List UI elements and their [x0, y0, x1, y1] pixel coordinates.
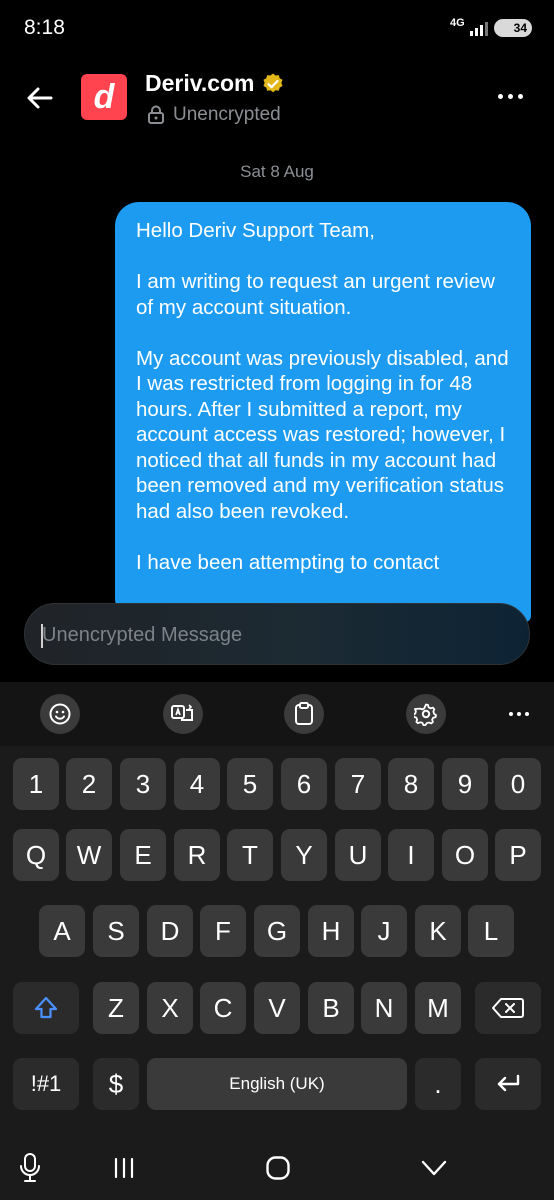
contact-name: Deriv.com — [145, 70, 255, 96]
system-navigation-bar — [0, 1140, 554, 1200]
backspace-key[interactable] — [475, 982, 541, 1034]
key-9[interactable]: 9 — [442, 758, 488, 810]
key-a[interactable]: A — [39, 905, 85, 957]
message-paragraph: I am writing to request an urgent review… — [136, 270, 495, 319]
currency-key[interactable]: $ — [93, 1058, 139, 1110]
clock: 8:18 — [24, 16, 65, 39]
enter-icon — [497, 1074, 520, 1092]
emoji-icon[interactable] — [40, 694, 80, 734]
conversation-header: d Deriv.com Unencrypted — [0, 60, 554, 140]
status-bar: 8:18 4G 34 — [0, 0, 554, 56]
key-2[interactable]: 2 — [66, 758, 112, 810]
key-p[interactable]: P — [495, 829, 541, 881]
key-n[interactable]: N — [361, 982, 407, 1034]
on-screen-keyboard: 1 2 3 4 5 6 7 8 9 0 Q W E R T Y U I O P … — [0, 682, 554, 1200]
message-paragraph: My account was previously disabled, and … — [136, 346, 509, 523]
back-arrow-icon[interactable] — [24, 82, 56, 114]
home-icon[interactable] — [265, 1155, 291, 1181]
battery-indicator: 34 — [494, 19, 532, 37]
key-f[interactable]: F — [200, 905, 246, 957]
lock-icon — [148, 105, 164, 124]
more-icon[interactable] — [509, 712, 529, 716]
keyboard-toolbar — [0, 682, 554, 746]
recent-apps-icon[interactable] — [111, 1156, 137, 1180]
text-caret — [41, 624, 43, 648]
shift-arrow-icon — [34, 996, 58, 1019]
key-i[interactable]: I — [388, 829, 434, 881]
battery-level: 34 — [513, 21, 527, 35]
key-h[interactable]: H — [308, 905, 354, 957]
avatar[interactable]: d — [81, 74, 127, 120]
key-e[interactable]: E — [120, 829, 166, 881]
backspace-icon — [492, 998, 524, 1018]
key-7[interactable]: 7 — [335, 758, 381, 810]
signal-icon — [470, 20, 488, 36]
key-k[interactable]: K — [415, 905, 461, 957]
message-paragraph: Hello Deriv Support Team, — [136, 219, 375, 242]
key-w[interactable]: W — [66, 829, 112, 881]
key-u[interactable]: U — [335, 829, 381, 881]
encryption-row: Unencrypted — [147, 104, 281, 126]
more-options-icon[interactable] — [498, 94, 523, 99]
key-v[interactable]: V — [254, 982, 300, 1034]
translate-icon[interactable] — [163, 694, 203, 734]
symbols-key[interactable]: !#1 — [13, 1058, 79, 1110]
key-8[interactable]: 8 — [388, 758, 434, 810]
message-input[interactable] — [42, 618, 512, 652]
key-5[interactable]: 5 — [227, 758, 273, 810]
message-bubble[interactable]: Hello Deriv Support Team, I am writing t… — [115, 202, 531, 622]
message-composer[interactable] — [24, 603, 530, 665]
network-type: 4G — [450, 17, 465, 29]
key-g[interactable]: G — [254, 905, 300, 957]
microphone-icon[interactable] — [18, 1152, 42, 1184]
key-m[interactable]: M — [415, 982, 461, 1034]
key-l[interactable]: L — [468, 905, 514, 957]
avatar-letter: d — [93, 77, 115, 116]
verified-badge-icon — [263, 73, 283, 92]
key-b[interactable]: B — [308, 982, 354, 1034]
message-paragraph: I have been attempting to contact — [136, 550, 440, 574]
settings-icon[interactable] — [406, 694, 446, 734]
key-y[interactable]: Y — [281, 829, 327, 881]
key-3[interactable]: 3 — [120, 758, 166, 810]
hide-keyboard-icon[interactable] — [420, 1158, 448, 1178]
key-j[interactable]: J — [361, 905, 407, 957]
space-bar[interactable]: English (UK) — [147, 1058, 407, 1110]
key-c[interactable]: C — [200, 982, 246, 1034]
enter-key[interactable] — [475, 1058, 541, 1110]
period-key[interactable]: . — [415, 1058, 461, 1110]
key-t[interactable]: T — [227, 829, 273, 881]
contact-name-row[interactable]: Deriv.com — [145, 70, 285, 97]
key-q[interactable]: Q — [13, 829, 59, 881]
key-0[interactable]: 0 — [495, 758, 541, 810]
key-1[interactable]: 1 — [13, 758, 59, 810]
clipboard-icon[interactable] — [284, 694, 324, 734]
shift-key[interactable] — [13, 982, 79, 1034]
key-z[interactable]: Z — [93, 982, 139, 1034]
key-o[interactable]: O — [442, 829, 488, 881]
key-r[interactable]: R — [174, 829, 220, 881]
encryption-status: Unencrypted — [173, 104, 281, 125]
date-separator: Sat 8 Aug — [240, 162, 314, 181]
key-4[interactable]: 4 — [174, 758, 220, 810]
key-x[interactable]: X — [147, 982, 193, 1034]
key-d[interactable]: D — [147, 905, 193, 957]
key-6[interactable]: 6 — [281, 758, 327, 810]
key-s[interactable]: S — [93, 905, 139, 957]
